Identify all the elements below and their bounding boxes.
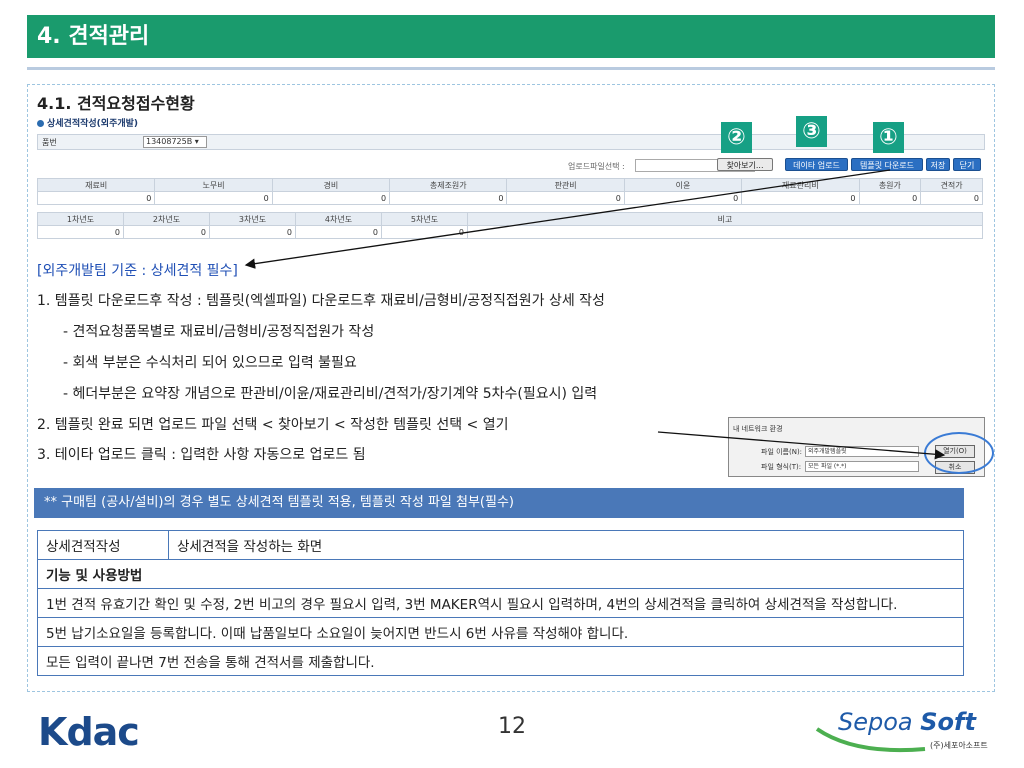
usage-heading-row: 기능 및 사용방법: [37, 559, 964, 589]
page-title: 4. 견적관리: [27, 15, 995, 58]
purchasing-notice-banner: ** 구매팀 (공사/설비)의 경우 별도 상세견적 템플릿 적용, 템플릿 작…: [34, 488, 964, 518]
file-name-value: 외주개발템플릿: [808, 448, 847, 455]
page-number: 12: [498, 714, 526, 739]
bullet-icon: [37, 120, 44, 127]
cost-header: 경비: [271, 178, 391, 192]
marker-2: ②: [721, 122, 752, 153]
year-value[interactable]: 0: [381, 225, 468, 239]
cost-value[interactable]: 0: [506, 191, 625, 205]
sepoa-company-name: (주)세포아소프트: [930, 741, 988, 750]
file-type-label: 파일 형식(T):: [761, 463, 802, 471]
title-divider: [27, 67, 995, 70]
sepoa-logo-a: Sepoa: [838, 708, 913, 736]
year-value[interactable]: 0: [123, 225, 210, 239]
embedded-screenshot: 상세견적작성(외주개발) 품번 13408725B ▾ 업로드파일선택 : 찾아…: [36, 116, 985, 254]
cost-header: 총제조원가: [389, 178, 508, 192]
cost-value[interactable]: 0: [920, 191, 983, 205]
year-header: 3차년도: [209, 212, 296, 226]
template-download-button[interactable]: 템플릿 다운로드: [851, 158, 923, 171]
usage-row-2: 5번 납기소요일을 등록합니다. 이때 납품일보다 소요일이 늦어지면 반드시 …: [37, 617, 964, 647]
file-name-label: 파일 이름(N):: [761, 448, 803, 456]
year-table: 1차년도 2차년도 3차년도 4차년도 5차년도 비고 0 0 0 0 0: [37, 212, 983, 239]
form-title-text: 상세견적작성(외주개발): [47, 119, 139, 129]
cost-value[interactable]: 0: [389, 191, 508, 205]
usage-heading: 기능 및 사용방법: [37, 559, 964, 589]
cost-header: 이윤: [623, 178, 743, 192]
cost-value[interactable]: 0: [741, 191, 860, 205]
sepoa-logo: Sepoa Soft: [838, 708, 976, 736]
cost-value[interactable]: 0: [271, 191, 391, 205]
screen-name-cell: 상세견적작성: [37, 530, 169, 560]
upload-file-label: 업로드파일선택 :: [568, 162, 625, 171]
screen-row: 상세견적작성 상세견적을 작성하는 화면: [37, 530, 964, 560]
cost-value-row: 0 0 0 0 0 0 0 0 0: [36, 191, 983, 205]
section-title: 4.1. 견적요청접수현황: [37, 94, 195, 113]
remarks-input[interactable]: [467, 225, 983, 239]
cost-header: 노무비: [154, 178, 273, 192]
save-button[interactable]: 저장: [926, 158, 950, 171]
marker-3: ③: [796, 116, 827, 147]
year-value-row: 0 0 0 0 0: [37, 225, 983, 239]
data-upload-button[interactable]: 데이타 업로드: [785, 158, 848, 171]
year-header: 5차년도: [381, 212, 468, 226]
instruction-1: 1. 템플릿 다운로드후 작성 : 템플릿(엑셀파일) 다운로드후 재료비/금형…: [37, 293, 605, 309]
usage-row-1: 1번 견적 유효기간 확인 및 수정, 2번 비고의 경우 필요시 입력, 3번…: [37, 588, 964, 618]
file-type-value: 모든 파일 (*.*): [808, 463, 847, 470]
usage-row: 모든 입력이 끝나면 7번 전송을 통해 견적서를 제출합니다.: [37, 646, 964, 676]
instruction-1-sub-1: - 견적요청품목별로 재료비/금형비/공정직접원가 작성: [63, 324, 375, 340]
cost-header: 재료관리비: [741, 178, 860, 192]
cost-header: 총원가: [858, 178, 922, 192]
part-no-label: 품번: [42, 138, 57, 147]
year-header: 비고: [467, 212, 983, 226]
kdac-logo: Kdac: [38, 710, 140, 754]
year-header: 2차년도: [123, 212, 210, 226]
screen-desc-cell: 상세견적을 작성하는 화면: [168, 530, 964, 560]
instruction-2: 2. 템플릿 완료 되면 업로드 파일 선택 < 찾아보기 < 작성한 템플릿 …: [37, 417, 509, 433]
year-value[interactable]: 0: [209, 225, 296, 239]
year-header: 1차년도: [37, 212, 124, 226]
cost-header: 재료비: [36, 178, 156, 192]
instruction-3: 3. 테이타 업로드 클릭 : 입력한 사항 자동으로 업로드 됨: [37, 447, 366, 463]
cost-table: 재료비 노무비 경비 총제조원가 판관비 이윤 재료관리비 총원가 견적가 0 …: [36, 178, 983, 205]
sepoa-logo-b: Soft: [920, 708, 976, 736]
cost-value[interactable]: 0: [623, 191, 743, 205]
usage-row-3: 모든 입력이 끝나면 7번 전송을 통해 견적서를 제출합니다.: [37, 646, 964, 676]
note-outsource: [외주개발팀 기준 : 상세견적 필수]: [37, 263, 238, 279]
cost-value[interactable]: 0: [858, 191, 922, 205]
close-button[interactable]: 닫기: [953, 158, 981, 171]
instruction-1-sub-2: - 회색 부분은 수식처리 되어 있으므로 입력 불필요: [63, 355, 357, 371]
year-header-row: 1차년도 2차년도 3차년도 4차년도 5차년도 비고: [37, 212, 983, 226]
cost-header: 견적가: [920, 178, 983, 192]
year-value[interactable]: 0: [295, 225, 382, 239]
form-title: 상세견적작성(외주개발): [37, 116, 138, 129]
file-type-field[interactable]: 모든 파일 (*.*): [805, 461, 919, 472]
cost-header-row: 재료비 노무비 경비 총제조원가 판관비 이윤 재료관리비 총원가 견적가: [36, 178, 983, 192]
usage-row: 1번 견적 유효기간 확인 및 수정, 2번 비고의 경우 필요시 입력, 3번…: [37, 588, 964, 618]
year-header: 4차년도: [295, 212, 382, 226]
file-name-field[interactable]: 외주개발템플릿: [805, 446, 919, 457]
usage-row: 5번 납기소요일을 등록합니다. 이때 납품일보다 소요일이 늦어지면 반드시 …: [37, 617, 964, 647]
cost-header: 판관비: [506, 178, 625, 192]
cost-value[interactable]: 0: [154, 191, 273, 205]
highlight-ring: [924, 432, 994, 474]
instruction-1-sub-3: - 헤더부분은 요약장 개념으로 판관비/이윤/재료관리비/견적가/장기계약 5…: [63, 386, 598, 402]
dialog-title: 내 네트워크 환경: [733, 425, 783, 433]
part-no-value: 13408725B: [146, 137, 193, 146]
marker-1: ①: [873, 122, 904, 153]
part-no-select[interactable]: 13408725B ▾: [143, 136, 207, 148]
part-no-row: 품번 13408725B ▾: [37, 134, 985, 150]
browse-button[interactable]: 찾아보기...: [717, 158, 773, 171]
year-value[interactable]: 0: [37, 225, 124, 239]
cost-value[interactable]: 0: [36, 191, 156, 205]
usage-table: 상세견적작성 상세견적을 작성하는 화면 기능 및 사용방법 1번 견적 유효기…: [37, 530, 964, 676]
